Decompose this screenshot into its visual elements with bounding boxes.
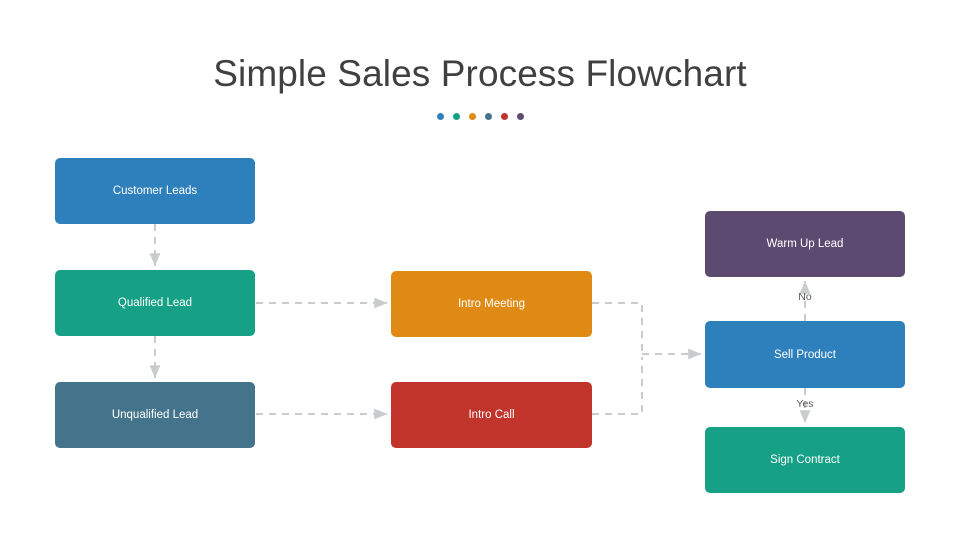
node-intro-call-label: Intro Call [468, 409, 515, 421]
node-sell-product[interactable]: Sell Product [705, 321, 905, 388]
node-customer-leads-label: Customer Leads [112, 185, 198, 197]
connector-intro-call-to-merge [592, 359, 643, 415]
node-intro-meeting-label: Intro Meeting [457, 298, 526, 310]
node-sign-contract[interactable]: Sign Contract [705, 427, 905, 493]
node-qualified-lead-label: Qualified Lead [117, 297, 193, 309]
edge-label-yes: Yes [796, 398, 814, 410]
node-intro-meeting[interactable]: Intro Meeting [391, 271, 592, 337]
page-title: Simple Sales Process Flowchart [213, 53, 747, 94]
slide-canvas: Simple Sales Process Flowchart Customer … [0, 0, 960, 540]
node-unqualified-lead[interactable]: Unqualified Lead [55, 382, 255, 448]
dot-blue-icon [436, 113, 444, 120]
dot-red-icon [500, 113, 508, 120]
connector-intro-meeting-to-merge [592, 302, 643, 359]
dot-steel-icon [484, 113, 492, 120]
node-unqualified-lead-label: Unqualified Lead [111, 409, 199, 421]
node-warm-up-lead-label: Warm Up Lead [766, 238, 844, 250]
node-sell-product-label: Sell Product [773, 348, 836, 361]
node-sign-contract-label: Sign Contract [770, 454, 840, 466]
dot-orange-icon [468, 113, 476, 120]
node-warm-up-lead[interactable]: Warm Up Lead [705, 211, 905, 277]
accent-dot-row [0, 113, 960, 120]
edge-label-no: No [798, 291, 812, 303]
node-intro-call[interactable]: Intro Call [391, 382, 592, 448]
node-qualified-lead[interactable]: Qualified Lead [55, 270, 255, 336]
node-customer-leads[interactable]: Customer Leads [55, 158, 255, 224]
dot-purple-icon [516, 113, 524, 120]
dot-teal-icon [452, 113, 460, 120]
